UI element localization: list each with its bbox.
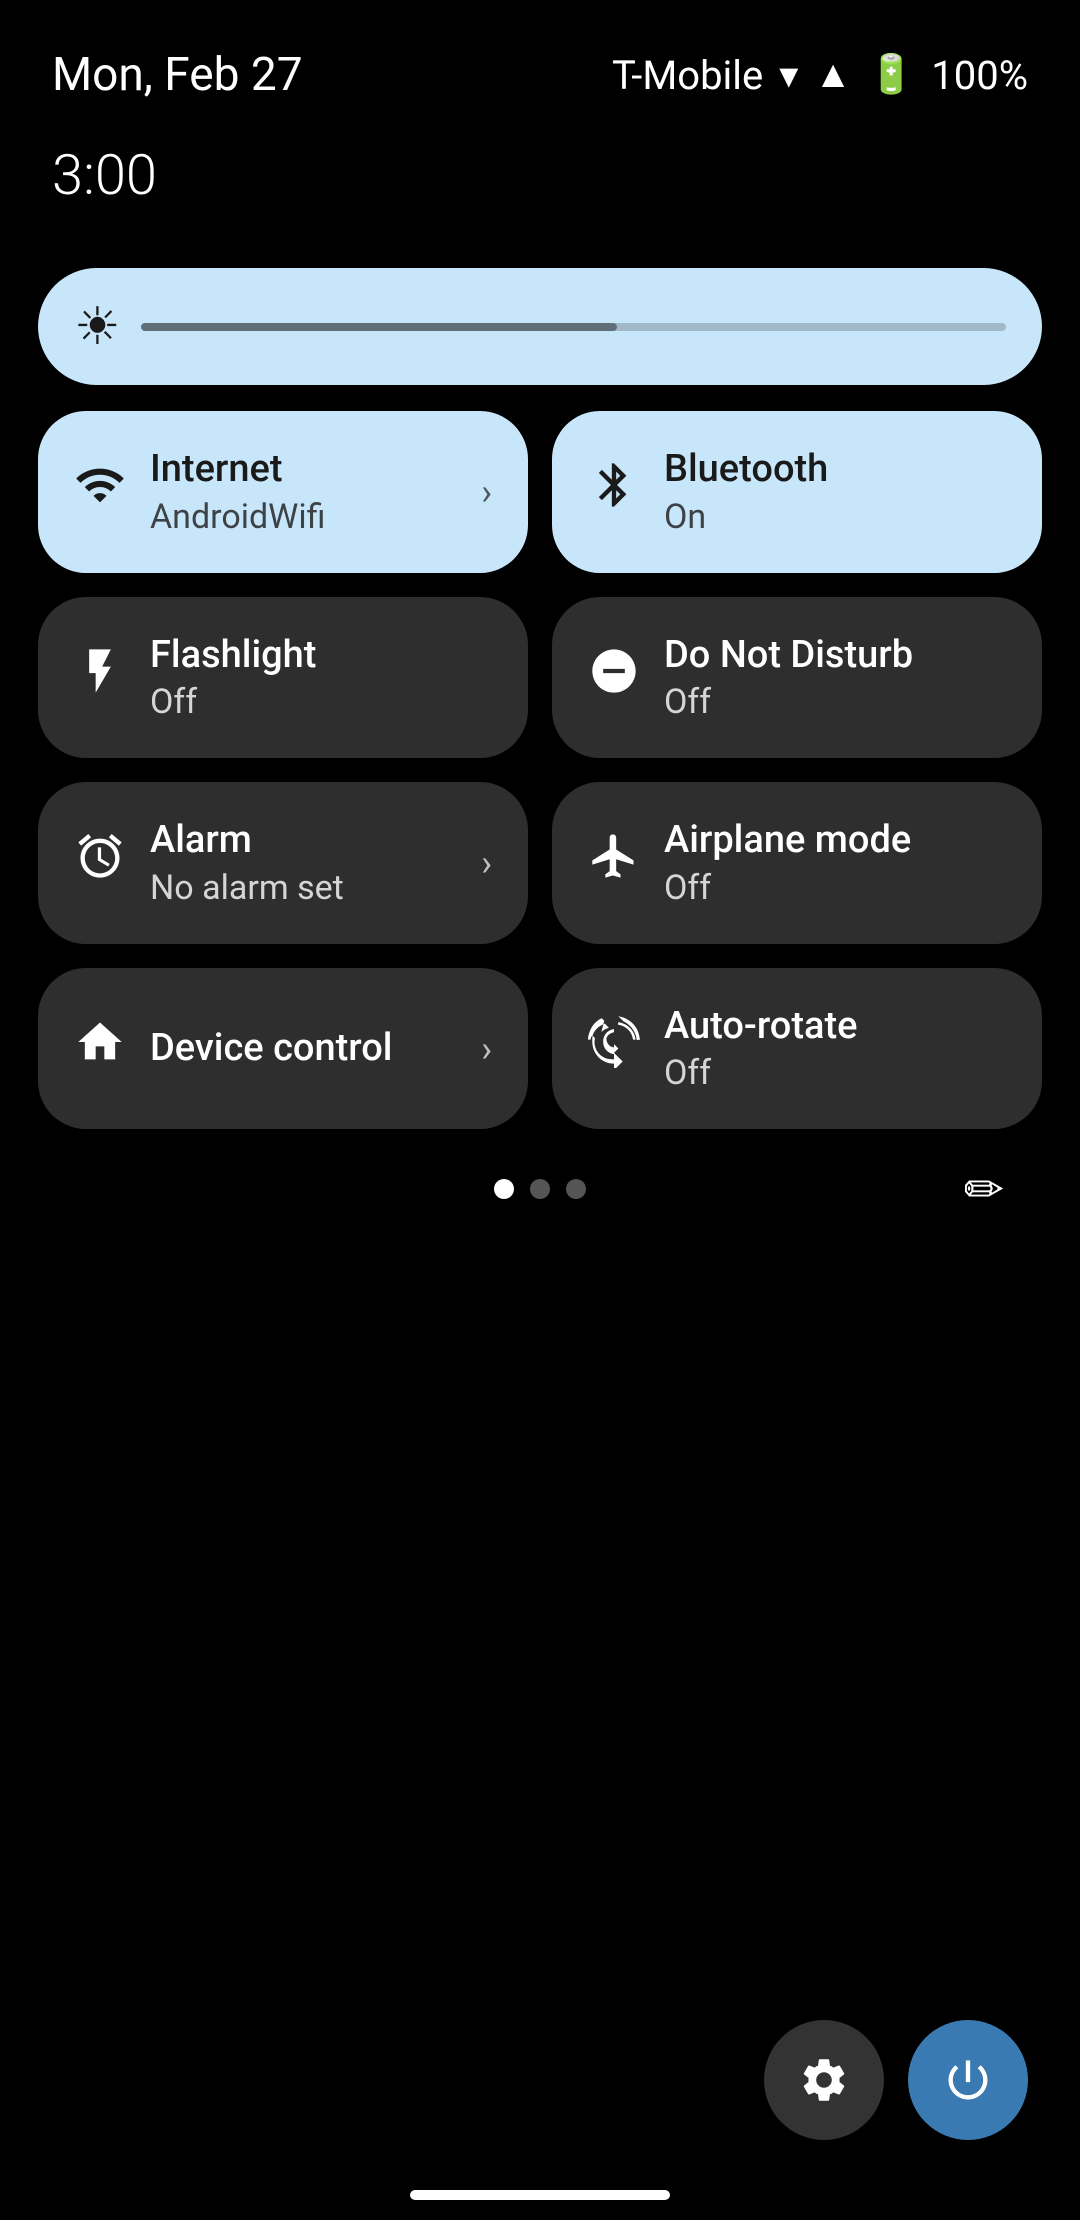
tile-airplane[interactable]: Airplane mode Off: [552, 782, 1042, 944]
internet-label: Internet: [150, 447, 325, 493]
alarm-arrow-icon: ›: [481, 842, 492, 884]
dnd-sublabel: Off: [664, 682, 913, 722]
airplane-label: Airplane mode: [664, 818, 911, 864]
battery-label: 100%: [931, 52, 1028, 99]
alarm-sublabel: No alarm set: [150, 868, 344, 908]
settings-button[interactable]: [764, 2020, 884, 2140]
internet-arrow-icon: ›: [481, 471, 492, 513]
auto-rotate-tile-text: Auto-rotate Off: [664, 1004, 857, 1094]
flashlight-tile-text: Flashlight Off: [150, 633, 316, 723]
tile-flashlight[interactable]: Flashlight Off: [38, 597, 528, 759]
carrier-label: T-Mobile: [612, 52, 763, 99]
flashlight-tile-icon: [74, 645, 126, 710]
tile-device-control[interactable]: Device control ›: [38, 968, 528, 1130]
alarm-tile-text: Alarm No alarm set: [150, 818, 344, 908]
status-date: Mon, Feb 27: [52, 48, 303, 102]
airplane-tile-text: Airplane mode Off: [664, 818, 911, 908]
flashlight-label: Flashlight: [150, 633, 316, 679]
battery-icon: 🔋: [868, 53, 915, 97]
device-control-label: Device control: [150, 1026, 393, 1072]
signal-icon: ▲: [814, 53, 852, 97]
internet-sublabel: AndroidWifi: [150, 497, 325, 537]
page-dot-3: [566, 1179, 586, 1199]
wifi-tile-icon: [74, 459, 126, 524]
brightness-icon: ☀: [74, 296, 121, 357]
device-control-arrow-icon: ›: [481, 1028, 492, 1070]
tile-auto-rotate[interactable]: Auto-rotate Off: [552, 968, 1042, 1130]
tile-bluetooth[interactable]: Bluetooth On: [552, 411, 1042, 573]
alarm-tile-icon: [74, 830, 126, 895]
tile-internet[interactable]: Internet AndroidWifi ›: [38, 411, 528, 573]
tile-alarm[interactable]: Alarm No alarm set ›: [38, 782, 528, 944]
status-time: 3:00: [0, 122, 1080, 208]
edit-button[interactable]: ✏: [964, 1161, 1004, 1218]
auto-rotate-sublabel: Off: [664, 1053, 857, 1093]
tiles-grid: Internet AndroidWifi › Bluetooth On: [38, 411, 1042, 1129]
brightness-slider[interactable]: ☀: [38, 268, 1042, 385]
bluetooth-tile-icon: [588, 459, 640, 524]
page-dot-1: [494, 1179, 514, 1199]
status-icons: T-Mobile ▾ ▲ 🔋 100%: [612, 52, 1028, 99]
bluetooth-tile-text: Bluetooth On: [664, 447, 828, 537]
airplane-tile-icon: [588, 830, 640, 895]
device-control-tile-icon: [74, 1016, 126, 1081]
brightness-track[interactable]: [141, 323, 1006, 331]
dnd-tile-text: Do Not Disturb Off: [664, 633, 913, 723]
tile-dnd[interactable]: Do Not Disturb Off: [552, 597, 1042, 759]
alarm-label: Alarm: [150, 818, 344, 864]
dnd-tile-icon: [588, 645, 640, 710]
power-button[interactable]: [908, 2020, 1028, 2140]
quick-settings-panel: ☀ Internet AndroidWifi ›: [0, 208, 1080, 1199]
dnd-label: Do Not Disturb: [664, 633, 913, 679]
wifi-icon: ▾: [779, 53, 798, 98]
bluetooth-label: Bluetooth: [664, 447, 828, 493]
page-dot-2: [530, 1179, 550, 1199]
airplane-sublabel: Off: [664, 868, 911, 908]
page-indicators: ✏: [38, 1179, 1042, 1199]
auto-rotate-tile-icon: [588, 1016, 640, 1081]
flashlight-sublabel: Off: [150, 682, 316, 722]
internet-tile-text: Internet AndroidWifi: [150, 447, 325, 537]
status-bar: Mon, Feb 27 T-Mobile ▾ ▲ 🔋 100%: [0, 0, 1080, 122]
bottom-buttons: [764, 2020, 1028, 2140]
bluetooth-sublabel: On: [664, 497, 828, 537]
auto-rotate-label: Auto-rotate: [664, 1004, 857, 1050]
home-gesture-bar[interactable]: [410, 2190, 670, 2200]
device-control-tile-text: Device control: [150, 1026, 393, 1072]
